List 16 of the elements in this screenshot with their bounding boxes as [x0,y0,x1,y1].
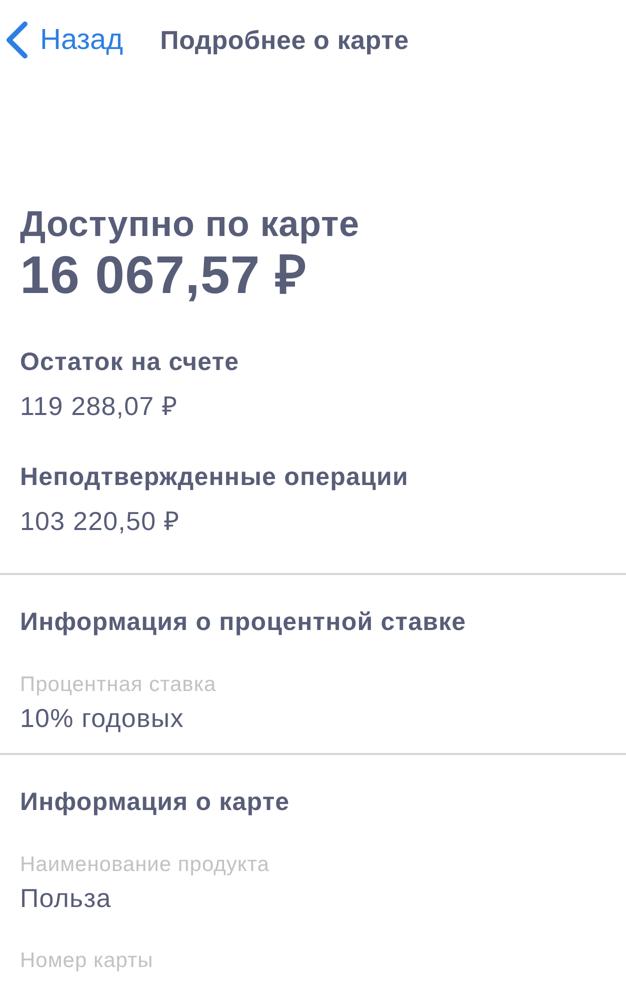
detail-label: Неподтвержденные операции [20,462,410,493]
field-label: Наименование продукта [20,852,270,878]
field-value: Польза [20,882,112,915]
available-balance-amount: 16 067,57 ₽ [20,246,308,306]
field-label: Процентная ставка [20,672,218,698]
section-title: Информация о процентной ставке [20,607,468,638]
back-button[interactable]: Назад [5,21,124,59]
field-value: 10% годовых [20,702,185,735]
screen-title: Подробнее о карте [160,24,409,57]
detail-label: Остаток на счете [20,347,240,378]
field-label: Номер карты [20,948,154,974]
chevron-left-icon [5,21,29,59]
section-title: Информация о карте [20,787,291,818]
available-balance-label: Доступно по карте [20,202,360,246]
detail-value: 103 220,50 ₽ [20,505,181,538]
detail-value: 119 288,07 ₽ [20,390,179,423]
